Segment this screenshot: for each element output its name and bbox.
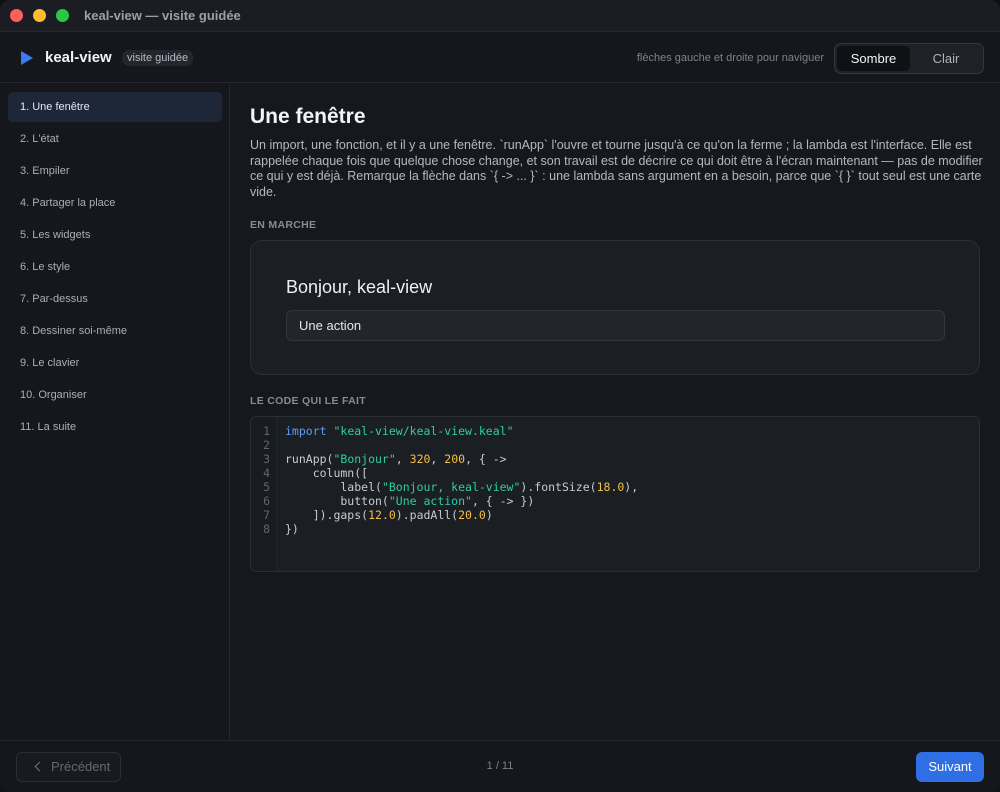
page-title: Une fenêtre [250, 105, 366, 128]
sidebar-item-le-clavier[interactable]: 9. Le clavier [8, 348, 222, 378]
code-block: 1 2 3 4 5 6 7 8 import "keal-view/keal-v… [250, 416, 980, 572]
code-section-label: LE CODE QUI LE FAIT [250, 395, 366, 407]
lesson-content: Une fenêtre Un import, une fonction, et … [231, 84, 1000, 740]
tour-badge: visite guidée [122, 50, 194, 66]
running-section-label: EN MARCHE [250, 219, 317, 231]
theme-dark-button[interactable]: Sombre [837, 46, 910, 71]
code-line: import "keal-view/keal-view.keal" [285, 424, 514, 438]
page-counter: 1 / 11 [486, 760, 514, 772]
sidebar-item-le-style[interactable]: 6. Le style [8, 252, 222, 282]
lesson-intro: Un import, une fonction, et il y a une f… [250, 138, 983, 199]
next-button[interactable]: Suivant [916, 752, 984, 782]
footer-bar: Précédent 1 / 11 Suivant [0, 740, 1000, 792]
app-header: keal-view visite guidée flèches gauche e… [0, 33, 1000, 83]
code-lines: import "keal-view/keal-view.keal" runApp… [285, 417, 638, 536]
window-title: keal-view — visite guidée [84, 8, 241, 23]
sidebar-item-la-suite[interactable]: 11. La suite [8, 412, 222, 442]
theme-switch: Sombre Clair [834, 43, 984, 74]
sidebar-item-les-widgets[interactable]: 5. Les widgets [8, 220, 222, 250]
line-number: 2 [263, 438, 270, 452]
navigation-hint: flèches gauche et droite pour naviguer [636, 52, 824, 64]
code-line: ]).gaps(12.0).padAll(20.0) [285, 508, 493, 522]
sidebar-item-par-dessus[interactable]: 7. Par-dessus [8, 284, 222, 314]
app-window: keal-view — visite guidée keal-view visi… [0, 0, 1000, 792]
title-bar: keal-view — visite guidée [0, 0, 1000, 32]
line-number: 6 [263, 494, 270, 508]
line-number: 3 [263, 452, 270, 466]
code-line: }) [285, 522, 299, 536]
minimize-window-button[interactable] [33, 9, 46, 22]
line-number: 4 [263, 466, 270, 480]
play-icon [21, 51, 33, 65]
line-number: 7 [263, 508, 270, 522]
app-name: keal-view [45, 49, 112, 66]
code-line: runApp("Bonjour", 320, 200, { -> [285, 452, 507, 466]
zoom-window-button[interactable] [56, 9, 69, 22]
demo-action-button[interactable]: Une action [286, 310, 945, 341]
sidebar-item-dessiner-soi-meme[interactable]: 8. Dessiner soi-même [8, 316, 222, 346]
line-number: 1 [263, 424, 270, 438]
demo-label: Bonjour, keal-view [286, 277, 433, 297]
close-window-button[interactable] [10, 9, 23, 22]
sidebar-item-une-fenetre[interactable]: 1. Une fenêtre [8, 92, 222, 122]
theme-light-button[interactable]: Clair [911, 46, 981, 71]
line-number: 5 [263, 480, 270, 494]
code-line: label("Bonjour, keal-view").fontSize(18.… [285, 480, 639, 494]
sidebar-item-partager-la-place[interactable]: 4. Partager la place [8, 188, 222, 218]
sidebar-item-empiler[interactable]: 3. Empiler [8, 156, 222, 186]
code-line: column([ [285, 466, 369, 480]
code-line: button("Une action", { -> }) [285, 494, 535, 508]
line-number: 8 [263, 522, 270, 536]
sidebar-item-organiser[interactable]: 10. Organiser [8, 380, 222, 410]
lesson-sidebar: 1. Une fenêtre 2. L'état 3. Empiler 4. P… [0, 84, 230, 740]
demo-preview-card: Bonjour, keal-view Une action [250, 240, 980, 375]
sidebar-item-l-etat[interactable]: 2. L'état [8, 124, 222, 154]
line-number-gutter: 1 2 3 4 5 6 7 8 [251, 417, 277, 571]
